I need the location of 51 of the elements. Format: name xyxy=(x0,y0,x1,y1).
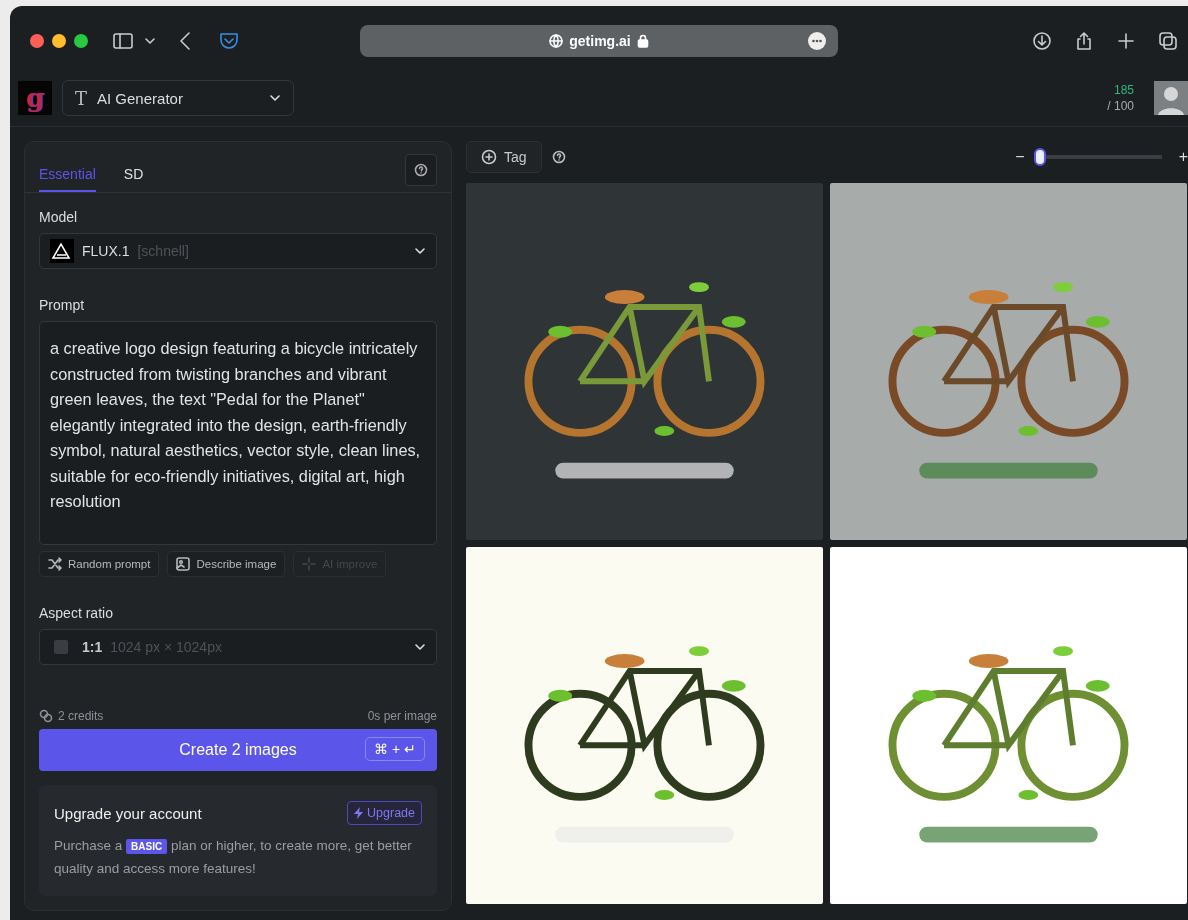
credits-limit: / 100 xyxy=(1107,98,1134,114)
avatar[interactable] xyxy=(1154,81,1188,115)
chevron-down-icon xyxy=(144,35,156,47)
credits-cost: 2 credits xyxy=(58,709,104,723)
add-circle-icon xyxy=(481,149,497,165)
time-per-image: 0s per image xyxy=(367,709,437,723)
zoom-window-button[interactable] xyxy=(74,34,88,48)
help-button[interactable] xyxy=(405,154,437,186)
upgrade-title: Upgrade your account xyxy=(54,804,202,822)
square-icon xyxy=(54,640,68,654)
upgrade-message: Purchase a BASIC plan or higher, to create more, get better quality and access more features! xyxy=(54,837,413,878)
action-icon xyxy=(302,557,317,571)
chevron-down-icon xyxy=(414,641,426,653)
keyboard-shortcut: ⌘ + ↵ xyxy=(365,737,425,761)
globe-icon xyxy=(549,34,564,48)
app-logo[interactable]: g xyxy=(18,81,52,115)
chevron-down-icon xyxy=(269,92,281,104)
slider-thumb[interactable] xyxy=(1034,148,1047,166)
help-icon xyxy=(551,150,566,164)
tabs-icon xyxy=(1158,31,1178,51)
zoom-out-button[interactable]: − xyxy=(1015,148,1025,166)
url-text: getimg.ai xyxy=(569,33,631,49)
zoom-in-button[interactable]: + xyxy=(1178,148,1188,166)
lightning-icon xyxy=(354,807,364,819)
lock-icon xyxy=(636,34,649,48)
close-window-button[interactable] xyxy=(30,34,44,48)
help-icon xyxy=(414,163,428,177)
more-icon[interactable] xyxy=(808,32,826,50)
random-prompt-button[interactable]: Random prompt xyxy=(39,551,160,577)
tag-button[interactable]: Tag xyxy=(466,141,542,173)
model-label: Model xyxy=(39,209,79,225)
describe-image-button[interactable]: Describe image xyxy=(167,551,286,577)
action-icon xyxy=(48,557,62,571)
prompt-field[interactable]: a creative logo design featuring a bicycle intricately constructed from twisting branches and vibrant green leaves, the text "Pedal for the Planet" elegantly integrated into the design, earth-friendly symbol, natural aesthetics, vector style, clean lines, suitable for eco-friendly initiatives, digital art, high resolution xyxy=(39,321,437,545)
pocket-icon xyxy=(218,30,240,52)
sidebar-icon xyxy=(112,30,134,52)
prompt-label: Prompt xyxy=(39,297,86,313)
aspect-ratio-label: Aspect ratio xyxy=(39,605,114,621)
tab[interactable]: SD xyxy=(123,166,144,192)
share-icon xyxy=(1074,31,1094,51)
create-button[interactable]: Create 2 images ⌘ + ↵ xyxy=(39,729,437,771)
upgrade-button[interactable]: Upgrade xyxy=(347,801,422,825)
plus-icon xyxy=(1116,31,1136,51)
minimize-window-button[interactable] xyxy=(52,34,66,48)
coins-icon xyxy=(39,709,53,723)
action-icon xyxy=(176,557,191,571)
address-bar[interactable]: getimg.ai xyxy=(360,25,838,57)
chevron-down-icon xyxy=(414,245,426,257)
tool-dropdown[interactable]: T AI Generator xyxy=(62,80,294,116)
download-icon xyxy=(1032,31,1052,51)
credits-count: 185 xyxy=(1112,82,1134,98)
